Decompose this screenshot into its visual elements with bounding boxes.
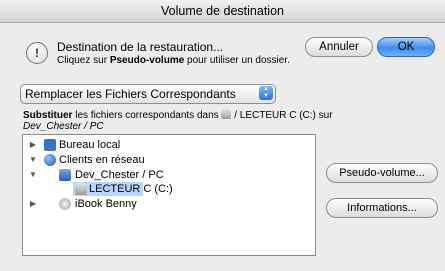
network-client-icon (59, 169, 71, 181)
tree-item-label: iBook Benny (75, 198, 137, 210)
cancel-button[interactable]: Annuler (305, 37, 373, 57)
tree-item-label: Dev_Chester / PC (75, 169, 164, 181)
drive-icon (221, 109, 232, 119)
alert-icon: ! (26, 42, 48, 64)
subtitle-bold: Pseudo-volume (109, 55, 185, 66)
ok-button[interactable]: OK (377, 37, 435, 57)
disclosure-right-icon[interactable]: ▶ (29, 138, 37, 152)
tree-item-label: Clients en réseau (59, 154, 145, 166)
ibook-icon (59, 198, 71, 210)
destination-title: Destination de la restauration... (57, 40, 224, 54)
title-bar: Volume de destination (0, 0, 445, 23)
tree-item-label: Bureau local (59, 139, 121, 151)
popup-selected-label: Remplacer les Fichiers Correspondants (25, 87, 236, 101)
subtitle-text-post: pour utiliser un dossier. (184, 55, 290, 66)
description-text: les fichiers correspondants dans (72, 110, 222, 121)
chevron-up-down-icon: ▲ ▼ (259, 86, 273, 100)
disclosure-down-icon[interactable]: ▼ (29, 168, 37, 182)
dialog-window: Volume de destination ! Destination de l… (0, 0, 445, 271)
destination-subtitle: Cliquez sur Pseudo-volume pour utiliser … (57, 55, 290, 66)
subtitle-text-pre: Cliquez sur (57, 55, 110, 66)
tree-item-label: LECTEUR C (C:) (89, 183, 173, 195)
pseudo-volume-button[interactable]: Pseudo-volume... (326, 163, 438, 183)
description-bold: Substituer (23, 110, 73, 121)
replace-mode-popup[interactable]: Remplacer les Fichiers Correspondants ▲ ▼ (20, 84, 276, 104)
window-title: Volume de destination (160, 4, 284, 18)
volume-tree[interactable]: ▶ Bureau local ▼ Clients en réseau ▼ Dev… (22, 134, 316, 256)
disclosure-down-icon[interactable]: ▼ (29, 153, 37, 167)
informations-button[interactable]: Informations... (326, 198, 438, 218)
disclosure-right-icon[interactable]: ▶ (29, 197, 37, 211)
substitution-description: Substituer les fichiers correspondants d… (23, 109, 333, 132)
description-italic: Dev_Chester / PC (23, 121, 104, 132)
description-path: / LECTEUR C (C:) sur (234, 110, 333, 121)
globe-icon (44, 154, 56, 166)
drive-icon (75, 183, 87, 195)
desktop-icon (44, 139, 56, 151)
